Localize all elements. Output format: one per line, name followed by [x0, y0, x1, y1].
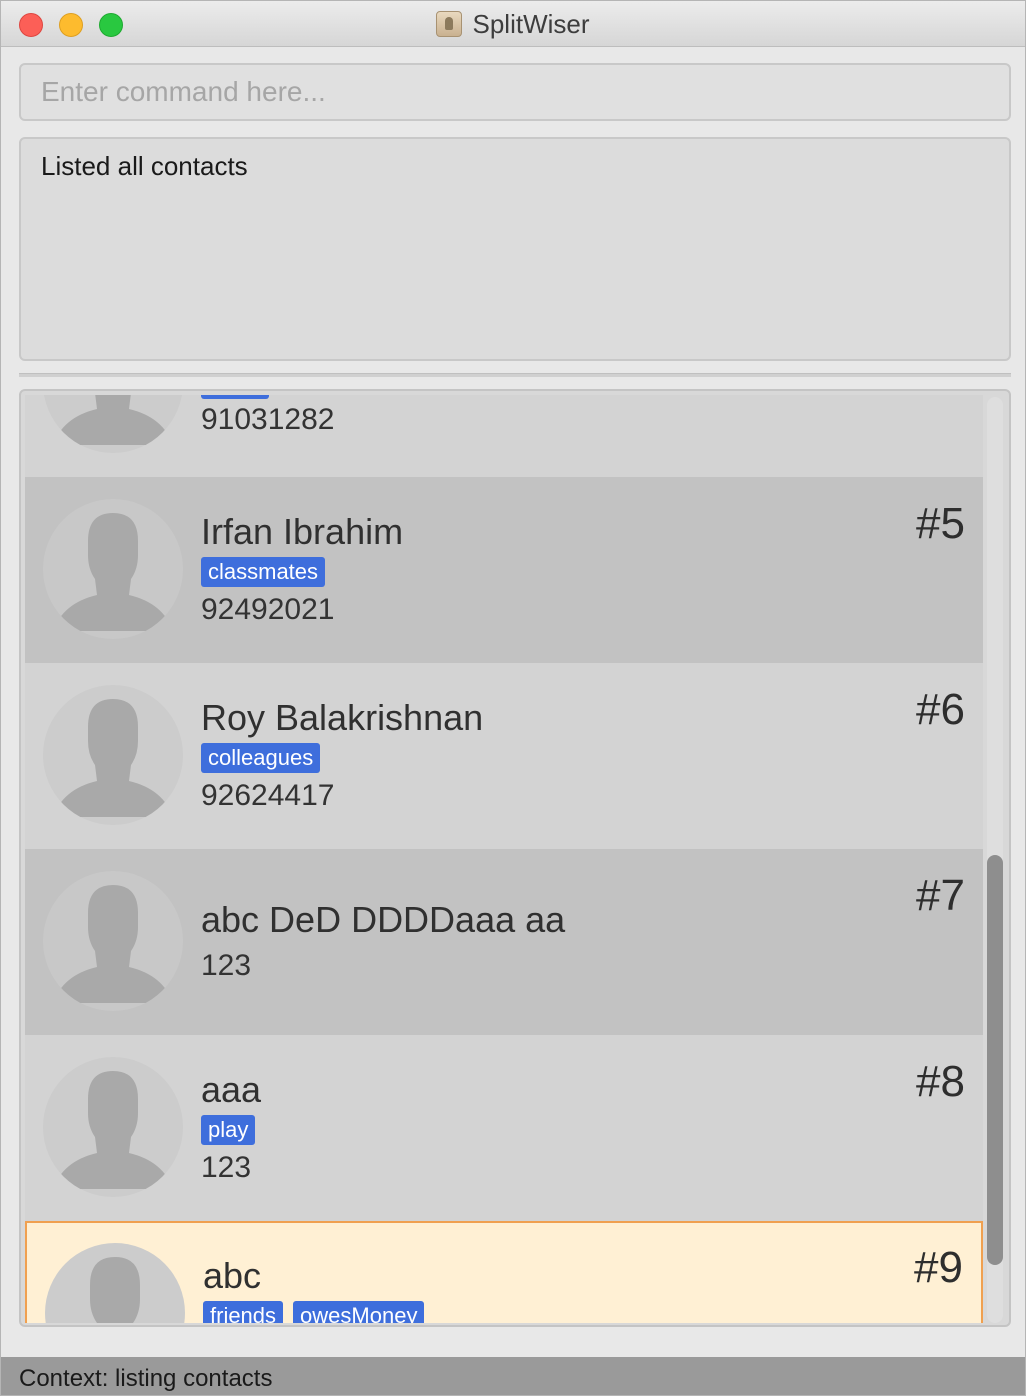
person-silhouette-icon — [43, 499, 183, 639]
contact-name: Roy Balakrishnan — [201, 697, 484, 738]
contact-card[interactable]: abc DeD DDDDaaa aa 123 #7 — [25, 849, 983, 1035]
contact-tag: colleagues — [201, 743, 321, 773]
contact-tag — [201, 395, 269, 399]
contact-name: abc — [203, 1255, 262, 1296]
contact-card[interactable]: 91031282 — [25, 395, 983, 477]
person-silhouette-icon — [43, 871, 183, 1011]
contact-index: #8 — [916, 1057, 965, 1106]
title-bar[interactable]: SplitWiser — [1, 1, 1025, 47]
window-title-group: SplitWiser — [1, 1, 1025, 47]
contact-tag: classmates — [201, 557, 326, 587]
contact-list: 91031282 Irfan Ibrahim classmates 924920… — [25, 395, 985, 1323]
scrollbar-thumb[interactable] — [987, 855, 1003, 1265]
contact-name: Irfan Ibrahim — [201, 511, 404, 552]
contact-phone: 92492021 — [201, 593, 335, 626]
vertical-scrollbar[interactable] — [987, 397, 1003, 1323]
contact-tags: play — [201, 1115, 256, 1145]
contact-tag: owesMoney — [293, 1301, 425, 1323]
result-display[interactable]: Listed all contacts — [19, 137, 1011, 361]
contact-phone: 92624417 — [201, 779, 335, 812]
contact-index: #7 — [916, 871, 965, 920]
pane-divider[interactable] — [19, 373, 1011, 377]
contact-tags: friends owesMoney — [203, 1301, 425, 1323]
status-context: Context: listing contacts — [19, 1365, 273, 1392]
contact-phone: 123 — [201, 1151, 252, 1184]
contact-index: #6 — [916, 685, 965, 734]
contact-card-selected[interactable]: abc friends owesMoney #9 — [25, 1221, 983, 1323]
command-input[interactable] — [19, 63, 1011, 121]
person-silhouette-icon — [43, 685, 183, 825]
result-message: Listed all contacts — [41, 151, 248, 181]
contact-tags: classmates — [201, 557, 326, 587]
window-title: SplitWiser — [472, 8, 590, 39]
app-window: SplitWiser Listed all contacts 91031282 — [0, 0, 1026, 1396]
contact-index: #5 — [916, 499, 965, 548]
person-silhouette-icon — [43, 1057, 183, 1197]
contact-phone: 123 — [201, 949, 252, 982]
person-silhouette-icon — [43, 395, 183, 453]
contact-tag: friends — [203, 1301, 284, 1323]
status-bar: Context: listing contacts — [1, 1357, 1025, 1395]
contact-tags: colleagues — [201, 743, 321, 773]
contact-card[interactable]: aaa play 123 #8 — [25, 1035, 983, 1221]
contact-phone: 91031282 — [201, 403, 335, 436]
contact-card[interactable]: Irfan Ibrahim classmates 92492021 #5 — [25, 477, 983, 663]
contact-card[interactable]: Roy Balakrishnan colleagues 92624417 #6 — [25, 663, 983, 849]
app-icon — [436, 11, 463, 37]
contact-index: #9 — [914, 1243, 963, 1292]
contact-tag: play — [201, 1115, 256, 1145]
contact-name: abc DeD DDDDaaa aa — [201, 899, 566, 940]
contact-list-panel[interactable]: 91031282 Irfan Ibrahim classmates 924920… — [19, 389, 1011, 1327]
contact-name: aaa — [201, 1069, 262, 1110]
contact-tags — [201, 395, 269, 399]
person-silhouette-icon — [45, 1243, 185, 1323]
